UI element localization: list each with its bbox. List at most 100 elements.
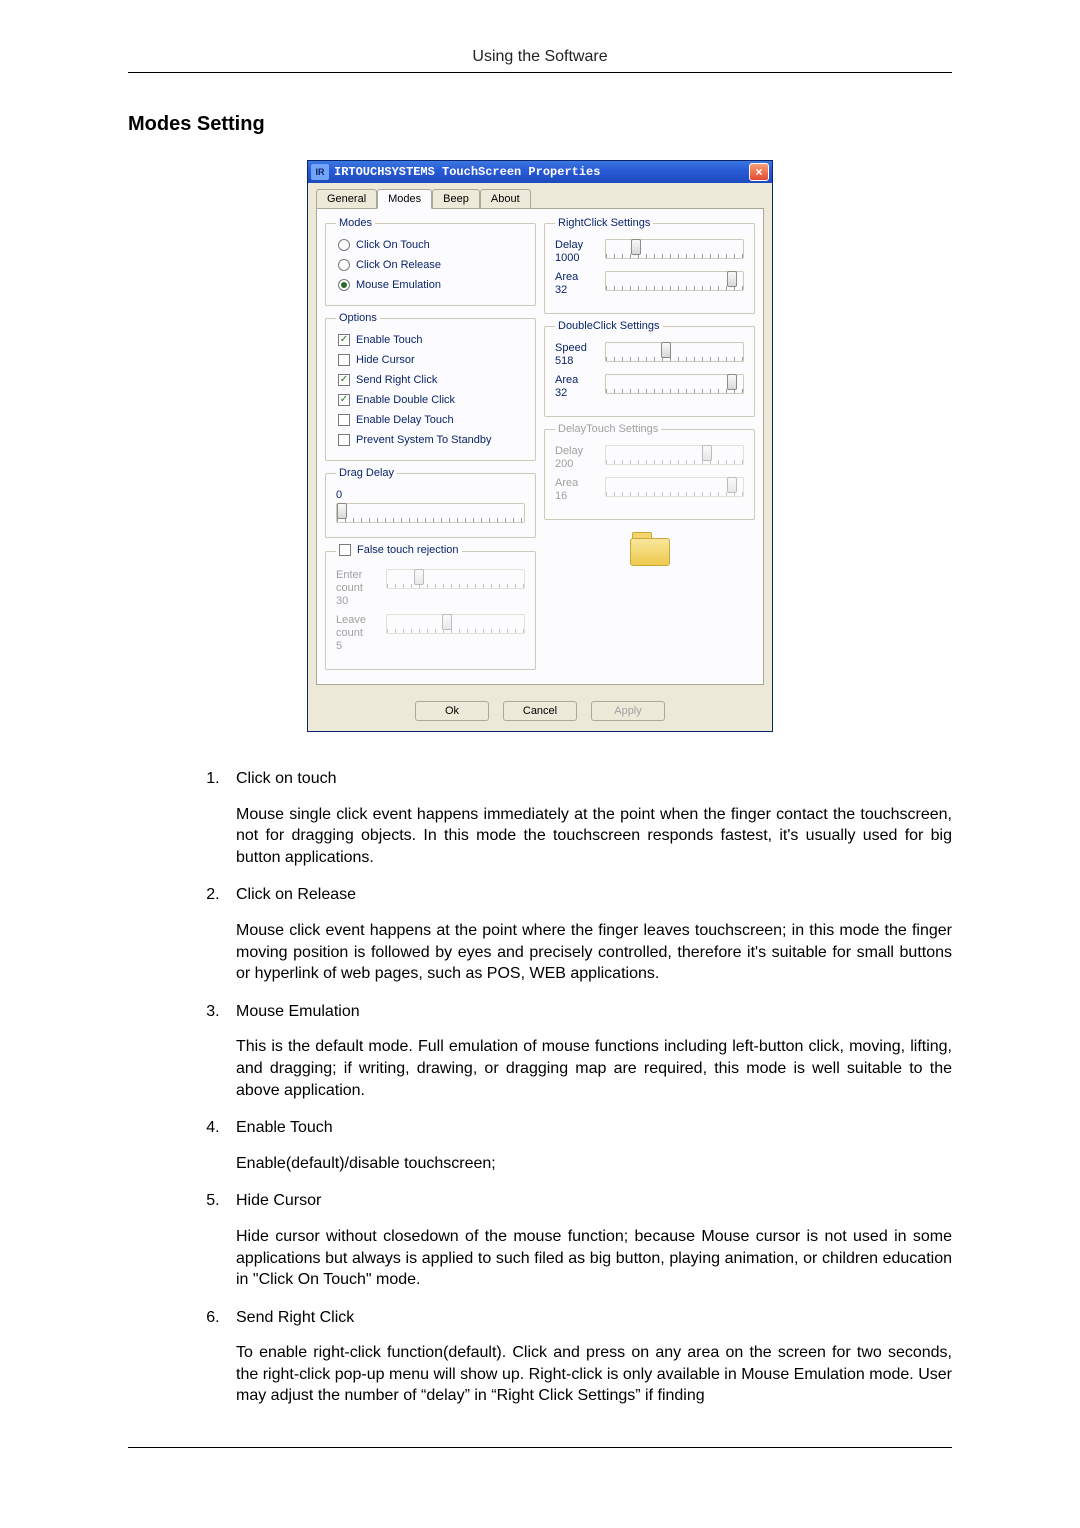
group-double-click: DoubleClick Settings Speed 518 Ar <box>544 320 755 417</box>
check-label: Prevent System To Standby <box>356 434 492 446</box>
radio-label: Click On Release <box>356 259 441 271</box>
rc-area-slider[interactable] <box>605 271 744 291</box>
dc-area-value: 32 <box>555 387 599 400</box>
radio-mouse-emulation[interactable]: Mouse Emulation <box>336 275 525 295</box>
item-title: Hide Cursor <box>236 1190 952 1212</box>
drag-delay-slider[interactable] <box>336 503 525 523</box>
group-delay-touch-legend: DelayTouch Settings <box>555 423 661 435</box>
item-title: Enable Touch <box>236 1117 952 1139</box>
group-modes-legend: Modes <box>336 217 375 229</box>
enter-count-label: Enter count <box>336 569 380 595</box>
check-enable-delay-touch[interactable]: Enable Delay Touch <box>336 410 525 430</box>
rc-delay-slider[interactable] <box>605 239 744 259</box>
cancel-button[interactable]: Cancel <box>503 701 577 721</box>
window-title: IRTOUCHSYSTEMS TouchScreen Properties <box>334 165 749 179</box>
rc-area-value: 32 <box>555 284 599 297</box>
item-body: To enable right-click function(default).… <box>236 1342 952 1407</box>
radio-icon <box>338 279 350 291</box>
footer-rule <box>128 1447 952 1448</box>
enter-count-value: 30 <box>336 595 380 608</box>
radio-click-on-touch[interactable]: Click On Touch <box>336 235 525 255</box>
dc-speed-slider[interactable] <box>605 342 744 362</box>
list-item: Send Right Click To enable right-click f… <box>224 1307 952 1407</box>
item-title: Mouse Emulation <box>236 1001 952 1023</box>
dialog-button-row: Ok Cancel Apply <box>308 693 772 731</box>
check-label: Send Right Click <box>356 374 437 386</box>
radio-icon <box>338 259 350 271</box>
dc-speed-value: 518 <box>555 355 599 368</box>
leave-count-slider <box>386 614 525 634</box>
enter-count-slider <box>386 569 525 589</box>
dt-delay-label: Delay <box>555 445 599 458</box>
radio-icon <box>338 239 350 251</box>
dc-speed-label: Speed <box>555 342 599 355</box>
tab-pane-modes: Modes Click On Touch Click On Release <box>316 208 764 685</box>
group-false-touch: False touch rejection Enter count 30 <box>325 544 536 670</box>
group-right-click: RightClick Settings Delay 1000 Ar <box>544 217 755 314</box>
rc-delay-value: 1000 <box>555 252 599 265</box>
item-body: Enable(default)/disable touchscreen; <box>236 1153 952 1175</box>
check-enable-double-click[interactable]: ✓ Enable Double Click <box>336 390 525 410</box>
group-right-click-legend: RightClick Settings <box>555 217 653 229</box>
tab-strip: General Modes Beep About <box>308 183 772 208</box>
dc-area-label: Area <box>555 374 599 387</box>
close-button[interactable]: × <box>749 163 769 181</box>
checkbox-icon <box>338 354 350 366</box>
rc-area-label: Area <box>555 271 599 284</box>
tab-beep[interactable]: Beep <box>432 189 480 208</box>
rc-delay-label: Delay <box>555 239 599 252</box>
dt-delay-slider <box>605 445 744 465</box>
drag-delay-value: 0 <box>336 489 525 501</box>
checkbox-icon: ✓ <box>338 374 350 386</box>
titlebar[interactable]: IR IRTOUCHSYSTEMS TouchScreen Properties… <box>308 161 772 183</box>
check-label: Enable Delay Touch <box>356 414 454 426</box>
checkbox-icon: ✓ <box>338 334 350 346</box>
item-title: Click on Release <box>236 884 952 906</box>
list-item: Click on Release Mouse click event happe… <box>224 884 952 984</box>
group-drag-delay: Drag Delay 0 <box>325 467 536 538</box>
group-drag-delay-legend: Drag Delay <box>336 467 397 479</box>
radio-click-on-release[interactable]: Click On Release <box>336 255 525 275</box>
item-body: Hide cursor without closedown of the mou… <box>236 1226 952 1291</box>
check-false-touch[interactable]: False touch rejection <box>339 544 459 556</box>
dt-area-label: Area <box>555 477 599 490</box>
page-header: Using the Software <box>128 48 952 73</box>
check-hide-cursor[interactable]: Hide Cursor <box>336 350 525 370</box>
checkbox-icon <box>339 544 351 556</box>
dt-delay-value: 200 <box>555 458 599 471</box>
tab-general[interactable]: General <box>316 189 377 208</box>
app-icon: IR <box>311 164 329 180</box>
group-options: Options ✓ Enable Touch Hide Cursor ✓ <box>325 312 536 461</box>
item-title: Click on touch <box>236 768 952 790</box>
list-item: Click on touch Mouse single click event … <box>224 768 952 868</box>
check-prevent-standby[interactable]: Prevent System To Standby <box>336 430 525 450</box>
leave-count-label: Leave count <box>336 614 380 640</box>
item-body: Mouse click event happens at the point w… <box>236 920 952 985</box>
leave-count-value: 5 <box>336 640 380 653</box>
tab-modes[interactable]: Modes <box>377 189 432 209</box>
check-send-right-click[interactable]: ✓ Send Right Click <box>336 370 525 390</box>
tab-about[interactable]: About <box>480 189 531 208</box>
list-item: Hide Cursor Hide cursor without closedow… <box>224 1190 952 1290</box>
list-item: Mouse Emulation This is the default mode… <box>224 1001 952 1101</box>
checkbox-icon: ✓ <box>338 394 350 406</box>
checkbox-icon <box>338 434 350 446</box>
item-title: Send Right Click <box>236 1307 952 1329</box>
close-icon: × <box>755 165 762 179</box>
group-modes: Modes Click On Touch Click On Release <box>325 217 536 306</box>
check-label: Enable Double Click <box>356 394 455 406</box>
checkbox-icon <box>338 414 350 426</box>
dc-area-slider[interactable] <box>605 374 744 394</box>
apply-button[interactable]: Apply <box>591 701 665 721</box>
item-body: Mouse single click event happens immedia… <box>236 804 952 869</box>
section-title: Modes Setting <box>128 113 952 136</box>
check-label: False touch rejection <box>357 544 459 556</box>
group-delay-touch: DelayTouch Settings Delay 200 Are <box>544 423 755 520</box>
check-label: Enable Touch <box>356 334 422 346</box>
list-item: Enable Touch Enable(default)/disable tou… <box>224 1117 952 1174</box>
dt-area-value: 16 <box>555 490 599 503</box>
folder-icon <box>626 530 674 570</box>
item-body: This is the default mode. Full emulation… <box>236 1036 952 1101</box>
check-enable-touch[interactable]: ✓ Enable Touch <box>336 330 525 350</box>
ok-button[interactable]: Ok <box>415 701 489 721</box>
